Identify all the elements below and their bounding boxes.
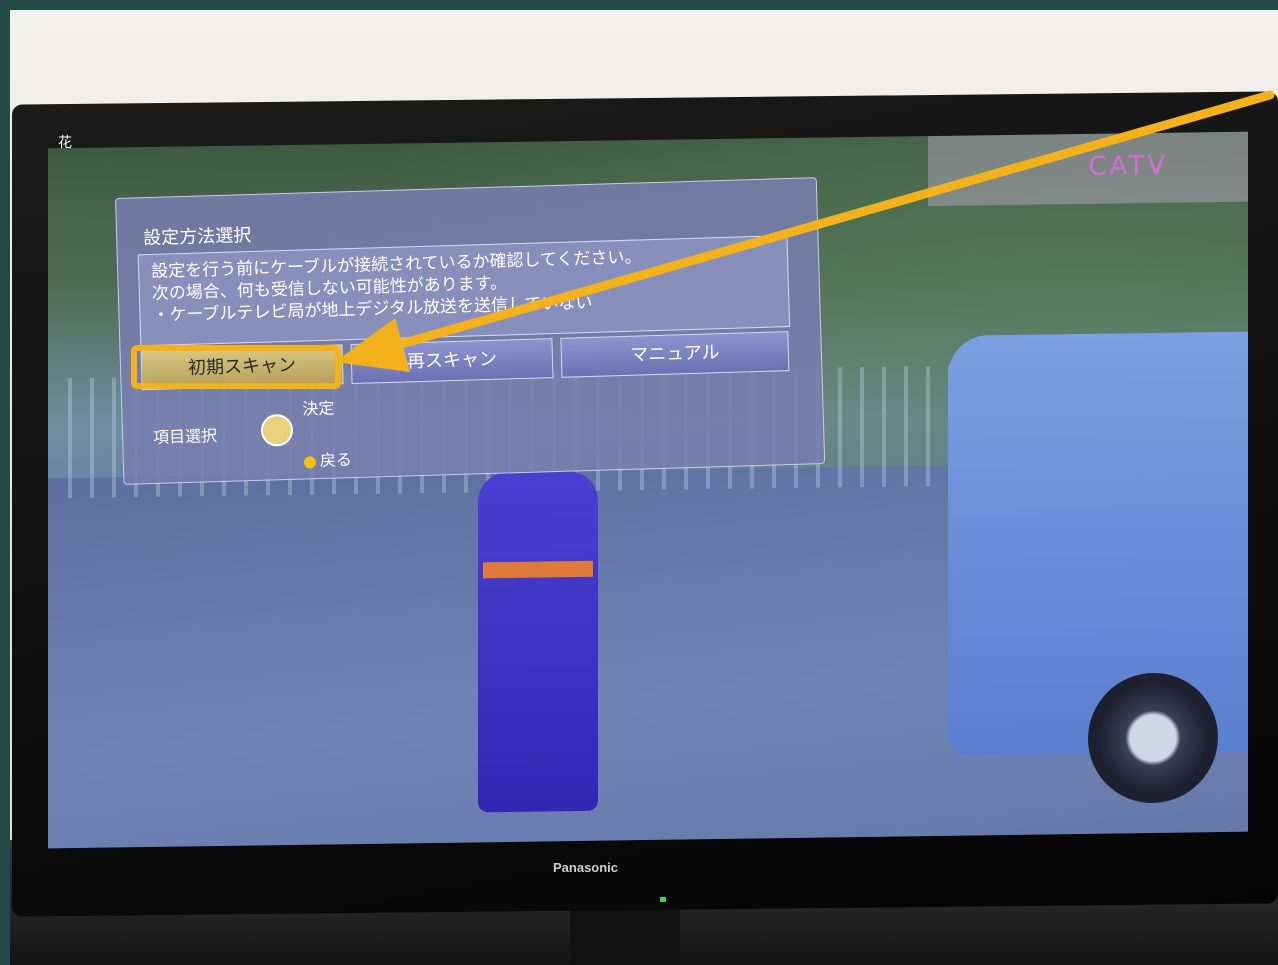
yellow-button-icon — [303, 455, 317, 469]
channel-badge: CATV — [928, 131, 1248, 207]
legend-confirm: 決定 — [302, 398, 335, 419]
dialog-message-box: 設定を行う前にケーブルが接続されているか確認してください。 次の場合、何も受信し… — [137, 235, 791, 347]
power-led — [660, 897, 666, 902]
video-person — [478, 470, 598, 813]
legend-select: 項目選択 — [152, 426, 218, 447]
video-car — [948, 331, 1248, 756]
legend-back-label: 戻る — [319, 450, 353, 471]
annotation-highlight-box — [131, 345, 341, 389]
dialog-title: 設定方法選択 — [142, 224, 252, 250]
slide-border-top — [0, 0, 1278, 10]
tv-brand-logo: Panasonic — [553, 860, 619, 875]
channel-label: CATV — [1088, 150, 1168, 182]
rescan-button[interactable]: 再スキャン — [350, 338, 554, 385]
dpad-icon — [260, 413, 294, 447]
partial-left-text: 花 — [58, 135, 72, 151]
video-person-belt — [483, 560, 593, 579]
slide-border-left — [0, 0, 10, 965]
setup-method-dialog: 設定方法選択 設定を行う前にケーブルが接続されているか確認してください。 次の場… — [115, 177, 826, 485]
legend-back: 戻る — [303, 446, 352, 471]
manual-button[interactable]: マニュアル — [560, 331, 790, 378]
